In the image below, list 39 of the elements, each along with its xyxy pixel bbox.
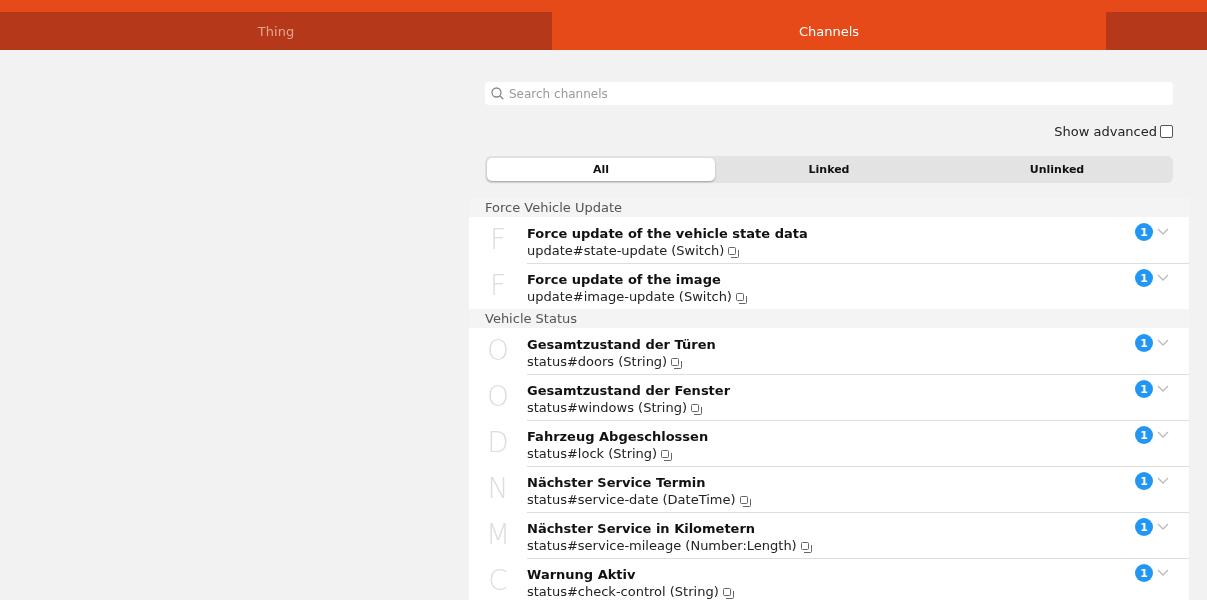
link-count-badge: 1 xyxy=(1135,426,1153,444)
filter-button[interactable]: Linked xyxy=(715,158,943,181)
channel-label[interactable]: Nächster Service Termin xyxy=(527,475,706,490)
channel-label[interactable]: Fahrzeug Abgeschlossen xyxy=(527,429,709,444)
search-field[interactable]: Search channels xyxy=(485,82,1173,105)
copy-icon[interactable] xyxy=(739,496,751,507)
copy-icon[interactable] xyxy=(728,247,740,258)
show-advanced-checkbox[interactable] xyxy=(1160,125,1173,138)
channel-id: status#service-date (DateTime) xyxy=(527,492,736,507)
channel-label[interactable]: Nächster Service in Kilometern xyxy=(527,521,756,536)
link-count-badge: 1 xyxy=(1135,334,1153,352)
copy-icon[interactable] xyxy=(722,588,734,599)
channel-id: status#check-control (String) xyxy=(527,584,719,599)
channel-id: update#state-update (Switch) xyxy=(527,243,725,258)
link-count-badge: 1 xyxy=(1135,472,1153,490)
copy-icon[interactable] xyxy=(800,542,812,553)
link-count-badge: 1 xyxy=(1135,518,1153,536)
channel-id: status#service-mileage (Number:Length) xyxy=(527,538,797,553)
filter-button[interactable]: Unlinked xyxy=(943,158,1171,181)
link-count-badge: 1 xyxy=(1135,564,1153,582)
channel-id: status#windows (String) xyxy=(527,400,687,415)
channel-id: status#doors (String) xyxy=(527,354,668,369)
link-count-badge: 1 xyxy=(1135,380,1153,398)
channel-label[interactable]: Gesamtzustand der Türen xyxy=(527,337,716,352)
tab[interactable]: Channels xyxy=(552,12,1106,50)
channel-label[interactable]: Warnung Aktiv xyxy=(527,567,636,582)
channel-label[interactable]: Gesamtzustand der Fenster xyxy=(527,383,731,398)
copy-icon[interactable] xyxy=(691,404,702,415)
link-count-badge: 1 xyxy=(1135,223,1153,241)
show-advanced-label: Show advanced xyxy=(1054,124,1157,139)
filter-button[interactable]: All xyxy=(487,158,715,181)
link-count-badge: 1 xyxy=(1135,269,1153,287)
copy-icon[interactable] xyxy=(661,450,673,461)
channel-id: status#lock (String) xyxy=(527,446,658,461)
copy-icon[interactable] xyxy=(671,358,683,369)
channel-label[interactable]: Force update of the image xyxy=(527,272,721,287)
channel-label[interactable]: Force update of the vehicle state data xyxy=(527,226,808,241)
channel-id: update#image-update (Switch) xyxy=(527,289,732,304)
copy-icon[interactable] xyxy=(735,293,747,304)
